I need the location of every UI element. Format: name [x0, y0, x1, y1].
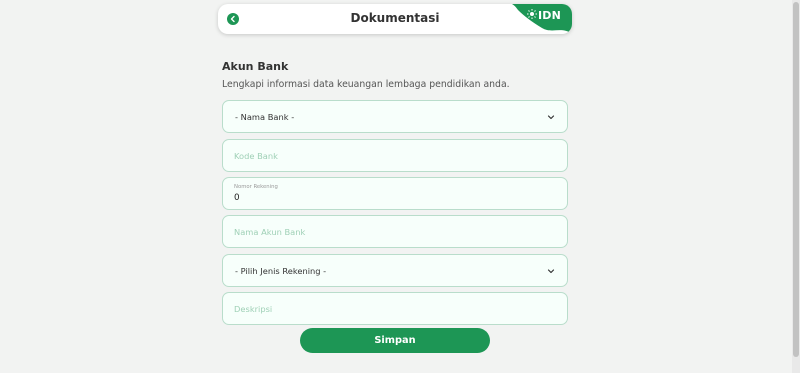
scrollbar-thumb[interactable]: [793, 2, 799, 357]
sun-icon: [527, 9, 537, 19]
account-type-selected: - Pilih Jenis Rekening -: [235, 266, 327, 276]
brand-name: IDN: [538, 9, 562, 22]
chevron-down-icon: [547, 269, 555, 274]
section-title: Akun Bank: [222, 60, 289, 73]
page-scrollbar[interactable]: [792, 0, 800, 373]
account-number-value: 0: [234, 193, 240, 203]
bank-name-select[interactable]: - Nama Bank -: [222, 100, 568, 133]
account-type-select[interactable]: - Pilih Jenis Rekening -: [222, 254, 568, 287]
brand-logo: IDN: [512, 4, 572, 34]
description-placeholder: Deskripsi: [234, 304, 273, 314]
chevron-down-icon: [547, 115, 555, 120]
description-input[interactable]: Deskripsi: [222, 292, 568, 325]
bank-name-selected: - Nama Bank -: [235, 112, 295, 122]
account-number-input[interactable]: Nomor Rekening 0: [222, 177, 568, 210]
page-header: Dokumentasi IDN: [218, 4, 572, 34]
account-name-placeholder: Nama Akun Bank: [234, 227, 306, 237]
section-description: Lengkapi informasi data keuangan lembaga…: [222, 79, 510, 90]
account-number-label: Nomor Rekening: [234, 184, 278, 190]
bank-code-input[interactable]: Kode Bank: [222, 139, 568, 172]
save-button[interactable]: Simpan: [300, 328, 490, 353]
bank-code-placeholder: Kode Bank: [234, 151, 278, 161]
account-name-input[interactable]: Nama Akun Bank: [222, 215, 568, 248]
